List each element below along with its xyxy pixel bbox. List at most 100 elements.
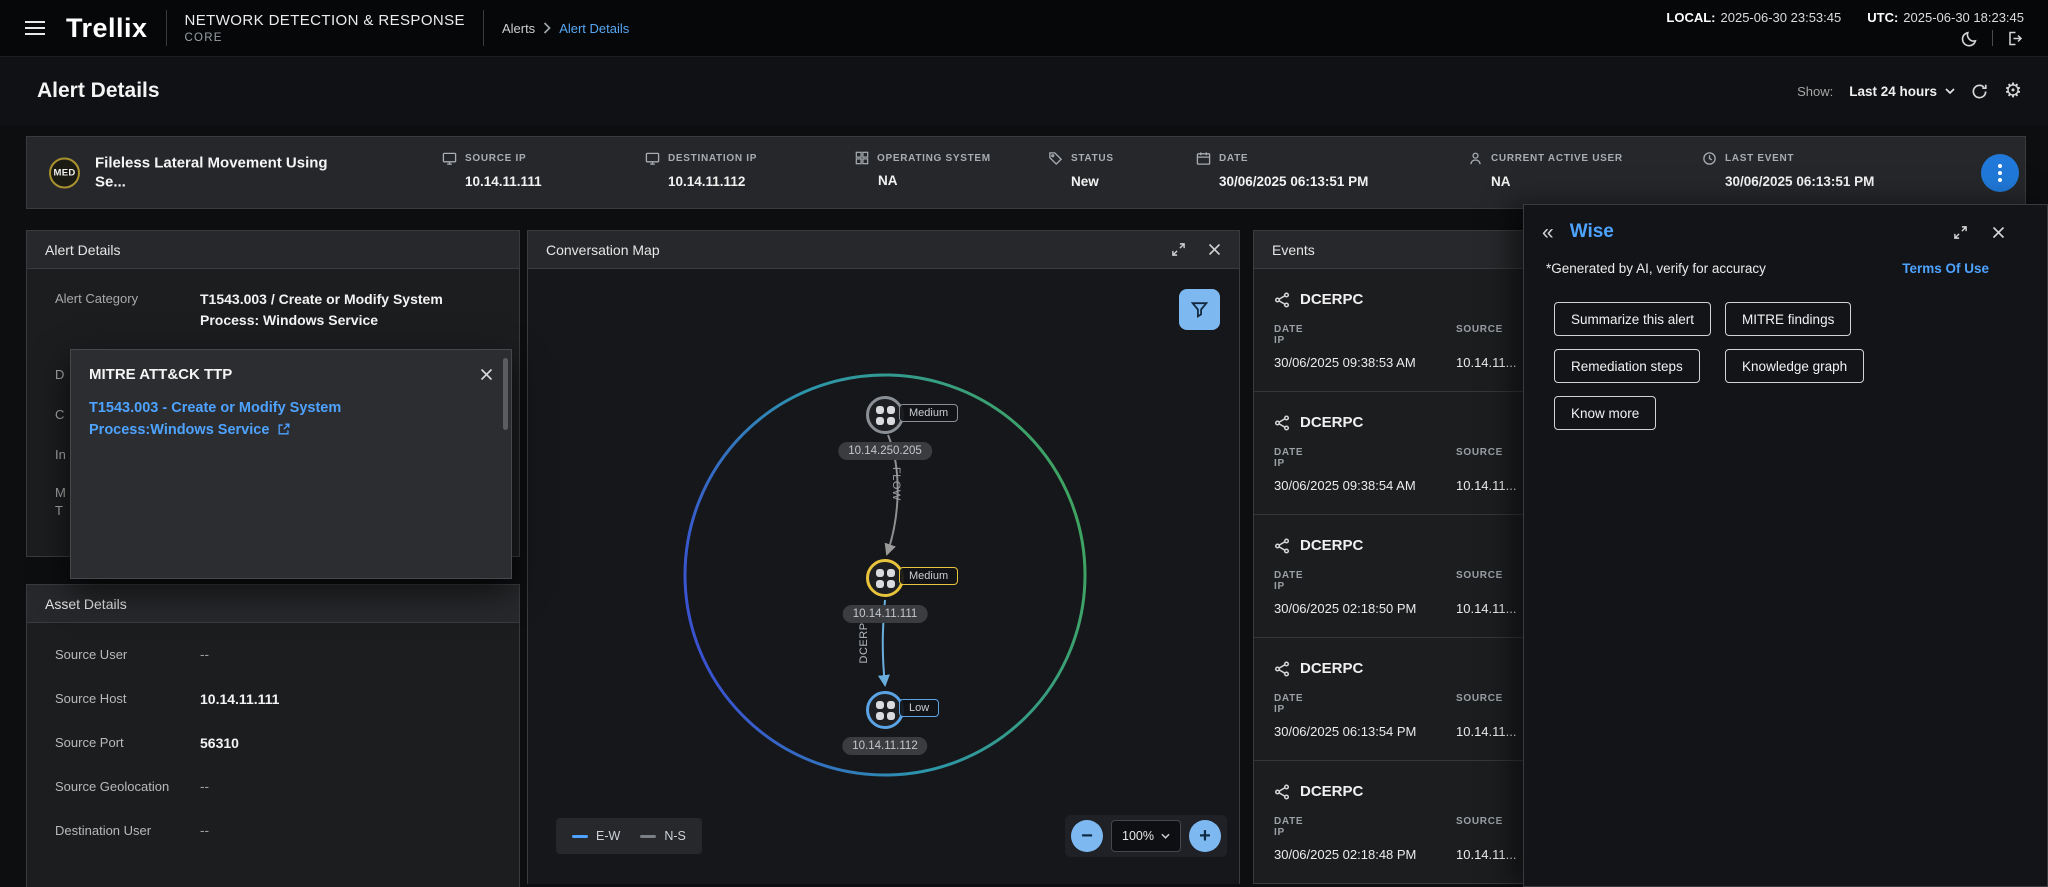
remediation-steps-button[interactable]: Remediation steps <box>1554 349 1700 383</box>
mitre-findings-button[interactable]: MITRE findings <box>1725 302 1852 336</box>
asset-details-panel-title: Asset Details <box>45 595 127 612</box>
severity-badge: MED <box>49 157 80 188</box>
know-more-button[interactable]: Know more <box>1554 396 1657 430</box>
mitre-ttp-link[interactable]: T1543.003 - Create or Modify System Proc… <box>71 393 511 442</box>
chevron-right-icon <box>543 22 551 34</box>
asset-row-source-host: Source Host 10.14.11.111 <box>55 691 280 707</box>
alert-title[interactable]: Fileless Lateral Movement Using Se... <box>95 153 340 192</box>
zoom-in-button[interactable]: + <box>1189 820 1221 852</box>
event-list-item[interactable]: DCERPC DATE SOURCE IP 30/06/2025 09:38:53… <box>1254 269 1533 392</box>
asset-row-destination-user: Destination User -- <box>55 823 209 838</box>
event-list-item[interactable]: DCERPC DATE SOURCE IP 30/06/2025 02:18:48… <box>1254 761 1533 883</box>
more-actions-button[interactable] <box>1981 153 2019 192</box>
summary-field-last-event: LAST EVENT 30/06/2025 06:13:51 PM <box>1702 151 1874 189</box>
conversation-map-title: Conversation Map <box>546 241 660 258</box>
expand-icon[interactable] <box>1171 242 1186 257</box>
external-link-icon <box>277 422 291 436</box>
summary-field-os: OPERATING SYSTEM NA <box>855 151 991 188</box>
summary-field-destination-ip: DESTINATION IP 10.14.11.112 <box>645 151 757 189</box>
divider <box>1992 30 1993 46</box>
wise-assistant-panel: « Wise *Generated by AI, verify for accu… <box>1523 204 2048 887</box>
close-icon[interactable] <box>1208 243 1221 256</box>
scrollbar[interactable] <box>503 358 508 430</box>
mitre-popup-title: MITRE ATT&CK TTP <box>89 366 233 383</box>
obscured-field-label: In <box>55 447 66 462</box>
mitre-attack-ttp-popup: MITRE ATT&CK TTP T1543.003 - Create or M… <box>70 349 512 579</box>
os-icon <box>855 151 869 165</box>
event-list-item[interactable]: DCERPC DATE SOURCE IP 30/06/2025 02:18:50… <box>1254 515 1533 638</box>
dark-mode-moon-icon[interactable] <box>1961 30 1978 47</box>
node-severity-badge: Medium <box>899 567 959 585</box>
knowledge-graph-button[interactable]: Knowledge graph <box>1725 349 1865 383</box>
obscured-field-label: C <box>55 407 65 422</box>
asset-details-panel: Asset Details Source User -- Source Host… <box>26 584 520 887</box>
map-filter-button[interactable] <box>1179 289 1220 330</box>
alert-category-label: Alert Category <box>55 291 139 306</box>
hamburger-menu-icon[interactable] <box>24 18 46 38</box>
destination-ip-icon <box>645 151 660 166</box>
expand-icon[interactable] <box>1953 225 1968 240</box>
breadcrumb-alerts[interactable]: Alerts <box>502 21 535 36</box>
events-panel: Events DCERPC DATE SOURCE IP 30/06/2025 0… <box>1253 230 1534 884</box>
asset-row-source-user: Source User -- <box>55 647 209 662</box>
alert-details-panel-title: Alert Details <box>45 241 121 258</box>
zoom-controls: − 100% + <box>1065 815 1227 857</box>
event-list-item[interactable]: DCERPC DATE SOURCE IP 30/06/2025 06:13:54… <box>1254 638 1533 761</box>
asset-row-source-port: Source Port 56310 <box>55 735 239 751</box>
source-ip-icon <box>442 151 457 166</box>
node-ip-label: 10.14.250.205 <box>838 442 932 460</box>
share-icon <box>1274 537 1290 554</box>
chevron-down-icon <box>1161 833 1170 839</box>
share-icon <box>1274 660 1290 677</box>
terms-of-use-link[interactable]: Terms Of Use <box>1902 261 1989 276</box>
summary-field-status: STATUS New <box>1048 151 1114 189</box>
alert-summary-bar: MED Fileless Lateral Movement Using Se..… <box>26 136 2026 209</box>
close-icon[interactable] <box>480 368 493 381</box>
asset-row-source-geolocation: Source Geolocation -- <box>55 779 209 794</box>
filter-funnel-icon <box>1190 300 1209 319</box>
edge-label-flow: FLOW <box>890 467 902 501</box>
legend-east-west[interactable]: E-W <box>572 829 620 843</box>
map-node-source-host[interactable]: Medium 10.14.11.111 <box>842 559 959 623</box>
product-name: NETWORK DETECTION & RESPONSE CORE <box>184 12 465 44</box>
node-ip-label: 10.14.11.112 <box>842 737 928 755</box>
share-icon <box>1274 291 1290 308</box>
legend-north-south[interactable]: N-S <box>640 829 686 843</box>
conversation-map-panel: Conversation Map FLOW DCERPC Medium 10.1… <box>527 230 1240 884</box>
legend-dash-gray <box>640 834 657 838</box>
chevron-down-icon <box>1945 88 1955 94</box>
conversation-map-canvas[interactable]: FLOW DCERPC Medium 10.14.250.205 Medium … <box>528 269 1239 884</box>
node-severity-badge: Medium <box>899 404 959 422</box>
refresh-icon[interactable] <box>1971 83 1988 100</box>
zoom-out-button[interactable]: − <box>1071 820 1104 852</box>
wise-title: Wise <box>1569 221 1614 242</box>
breadcrumb-alert-details: Alert Details <box>559 20 630 36</box>
summarize-alert-button[interactable]: Summarize this alert <box>1554 302 1712 336</box>
map-node-destination-host[interactable]: Low 10.14.11.112 <box>842 691 940 755</box>
calendar-icon <box>1196 151 1211 166</box>
legend-dash-blue <box>572 834 588 838</box>
divider <box>165 10 167 46</box>
trellix-logo[interactable]: Trellix <box>66 13 148 44</box>
obscured-field-label: T <box>55 503 63 518</box>
events-panel-title: Events <box>1272 241 1315 258</box>
alert-category-value: T1543.003 / Create or Modify System Proc… <box>200 291 443 328</box>
user-icon <box>1468 151 1483 166</box>
node-severity-badge: Low <box>899 699 940 717</box>
map-node-external-host[interactable]: Medium 10.14.250.205 <box>838 396 959 460</box>
node-ip-label: 10.14.11.111 <box>842 605 928 623</box>
share-icon <box>1274 414 1290 431</box>
close-icon[interactable] <box>1992 226 2005 239</box>
map-legend: E-W N-S <box>556 818 702 854</box>
collapse-panel-icon[interactable]: « <box>1542 222 1554 243</box>
clock-readout: LOCAL: 2025-06-30 23:53:45 UTC: 2025-06-30… <box>1666 9 2024 25</box>
share-icon <box>1274 783 1290 800</box>
settings-gear-icon[interactable]: ⚙ <box>2004 81 2022 101</box>
event-list-item[interactable]: DCERPC DATE SOURCE IP 30/06/2025 09:38:54… <box>1254 392 1533 515</box>
page-title: Alert Details <box>37 79 160 102</box>
logout-icon[interactable] <box>2007 30 2024 47</box>
status-tag-icon <box>1048 151 1063 166</box>
zoom-level-dropdown[interactable]: 100% <box>1111 820 1181 852</box>
time-range-dropdown[interactable]: Last 24 hours <box>1849 84 1955 99</box>
summary-field-source-ip: SOURCE IP 10.14.11.111 <box>442 151 542 189</box>
